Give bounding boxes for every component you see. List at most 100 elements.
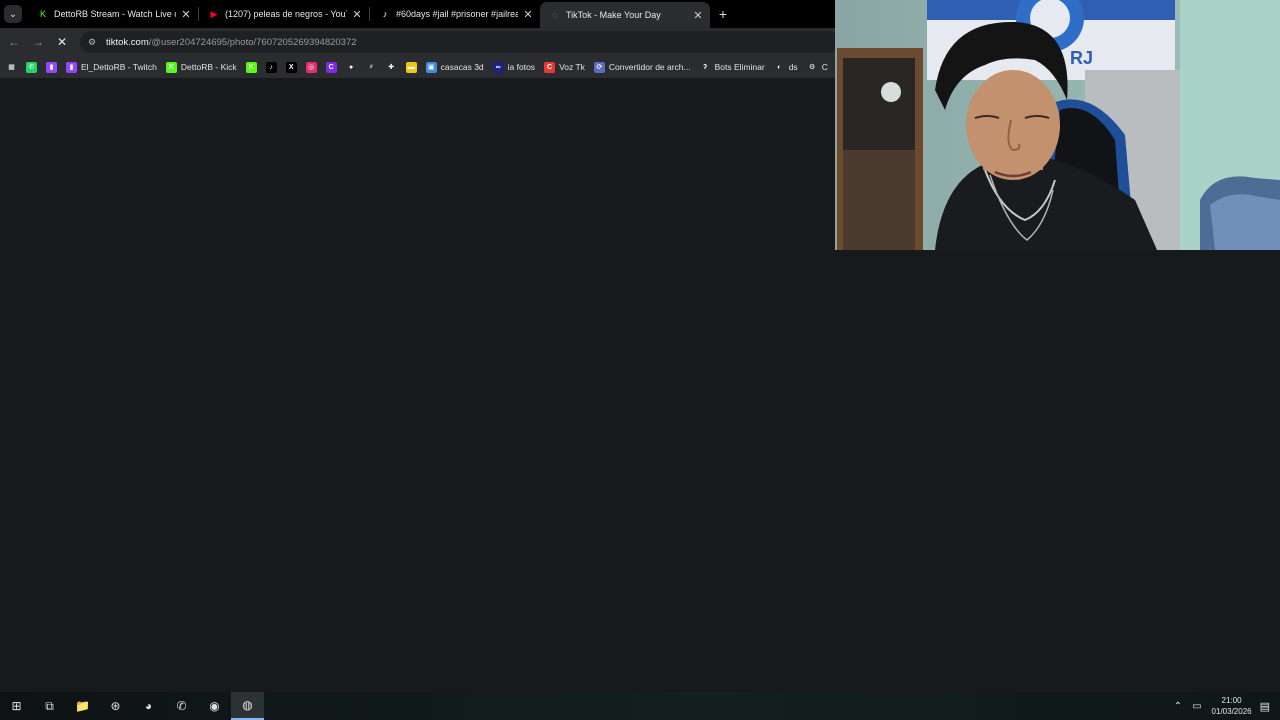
apps-grid-icon: ▦ (6, 61, 17, 73)
ai-icon: ∞ (492, 61, 504, 73)
tab-search-button[interactable]: ⌄ (4, 5, 22, 23)
kick-icon: K (39, 9, 46, 19)
bookmark-item[interactable]: C (325, 61, 337, 73)
image-icon: ▣ (425, 61, 437, 73)
kick-icon: K (165, 61, 177, 73)
whatsapp-icon[interactable]: ✆ (165, 692, 198, 720)
x-icon: X (285, 61, 297, 73)
bookmark-item[interactable]: ✆ (26, 61, 37, 73)
tab-1[interactable]: K DettoRB Stream - Watch Live o ✕ (28, 0, 198, 28)
bolt-icon: ⚡ (365, 61, 377, 73)
voice-icon: C (544, 61, 556, 73)
windows-start-icon[interactable]: ⊞ (0, 692, 33, 720)
bookmark-item[interactable]: ʔ Bots Eliminar (699, 61, 765, 73)
chevron-down-icon: ⌄ (8, 8, 18, 20)
bookmark-item[interactable]: ▣ casacas 3d (425, 61, 484, 73)
close-tab-icon[interactable]: ✕ (351, 8, 363, 21)
obs-icon[interactable]: ◉ (198, 692, 231, 720)
youtube-icon: ▶ (210, 8, 218, 19)
canva-icon: C (325, 61, 337, 73)
bookmark-item[interactable]: ▮ El_DettoRB - Twitch (66, 61, 157, 73)
loading-icon: ◌ (552, 10, 558, 20)
bookmark-item[interactable]: ⚙ C (806, 61, 828, 73)
bookmark-label: Convertidor de arch... (608, 62, 691, 72)
bookmark-item[interactable]: ∞ ia fotos (492, 61, 536, 73)
bookmark-item[interactable]: K (245, 61, 257, 73)
task-view-icon[interactable]: ⧉ (33, 692, 66, 720)
bookmark-item[interactable]: ◐ ds (773, 61, 798, 73)
ds-icon: ◐ (773, 61, 785, 73)
bookmark-label: ia fotos (507, 62, 536, 72)
bookmark-label: Voz Tk (559, 62, 585, 72)
bookmark-label: El_DettoRB - Twitch (81, 62, 157, 72)
webcam-feed-image: RJ (835, 0, 1280, 250)
tab-list: K DettoRB Stream - Watch Live o ✕ ▶ (1207) p… (28, 0, 710, 28)
show-hidden-icons-button[interactable]: ⌃ (1174, 701, 1182, 712)
taskbar-clock[interactable]: 21:00 01/03/2026 (1212, 695, 1252, 717)
close-tab-icon[interactable]: ✕ (522, 8, 534, 21)
settings-icon: ⚙ (806, 61, 818, 73)
kick-icon: K (245, 61, 257, 73)
taskbar-apps: ⊞ ⧉ 📁 ⊛ ◕ ✆ ◉ ◍ (0, 692, 264, 720)
windows-taskbar: ⊞ ⧉ 📁 ⊛ ◕ ✆ ◉ ◍ ⌃ ▭ 21:00 01/03/2026 ▤ (0, 692, 1280, 720)
bookmark-item[interactable]: ▮ (46, 61, 57, 73)
app-red-icon[interactable]: ⊛ (99, 692, 132, 720)
arrow-right-icon: → (32, 35, 44, 49)
bookmark-label: ds (788, 62, 798, 72)
tiktok-icon: ♪ (382, 9, 388, 19)
slack-icon: ✚ (385, 61, 397, 73)
bookmark-item[interactable]: ▦ (6, 61, 17, 73)
bookmark-item[interactable]: ⚡ (365, 61, 377, 73)
tiktok-icon: ♪ (265, 61, 277, 73)
clock-time: 21:00 (1221, 696, 1242, 705)
url-host: tiktok.com (106, 36, 149, 48)
system-tray: ⌃ ▭ 21:00 01/03/2026 ▤ (1174, 692, 1280, 720)
bookmark-item[interactable]: X (285, 61, 297, 73)
tab-title: DettoRB Stream - Watch Live o (54, 9, 176, 19)
forward-button[interactable]: → (26, 35, 50, 49)
bookmark-item[interactable]: ♪ (265, 61, 277, 73)
bookmark-item[interactable]: ◎ (305, 61, 317, 73)
close-tab-icon[interactable]: ✕ (180, 8, 192, 21)
whatsapp-icon: ✆ (26, 61, 37, 73)
tab-title: TikTok - Make Your Day (566, 10, 661, 20)
bookmark-label: C (821, 62, 828, 72)
twitch-icon: ▮ (66, 61, 77, 73)
twitch-icon: ▮ (46, 61, 57, 73)
tab-2[interactable]: ▶ (1207) peleas de negros - YouT ✕ (199, 0, 369, 28)
bookmark-item[interactable]: ✚ (385, 61, 397, 73)
converter-icon: ⟳ (593, 61, 605, 73)
new-tab-button[interactable]: + (712, 6, 734, 22)
bookmark-item[interactable]: ⟳ Convertidor de arch... (593, 61, 691, 73)
network-icon[interactable]: ▭ (1192, 701, 1201, 712)
back-button[interactable]: ← (2, 35, 26, 49)
chrome-icon[interactable]: ◍ (231, 692, 264, 720)
site-info-icon[interactable]: ⚙ (88, 37, 100, 48)
bookmark-item[interactable]: ● (345, 61, 357, 73)
tab-title: #60days #jail #prisoner #jailrea (396, 9, 518, 19)
bot-icon: ʔ (699, 61, 711, 73)
stop-loading-button[interactable]: ✕ (50, 35, 74, 49)
svg-text:RJ: RJ (1070, 48, 1093, 68)
tab-title: (1207) peleas de negros - YouT (225, 9, 347, 19)
tab-3[interactable]: ♪ #60days #jail #prisoner #jailrea ✕ (370, 0, 540, 28)
chat-icon: ▬ (405, 61, 417, 73)
notifications-icon[interactable]: ▤ (1260, 700, 1270, 713)
instagram-icon: ◎ (305, 61, 317, 73)
bookmark-label: casacas 3d (440, 62, 484, 72)
clock-date: 01/03/2026 (1211, 707, 1252, 716)
close-icon: ✕ (56, 35, 68, 49)
address-bar[interactable]: ⚙ tiktok.com/@user204724695/photo/760720… (80, 31, 840, 53)
url-path: /@user204724695/photo/760720526939482037… (148, 36, 357, 48)
file-explorer-icon[interactable]: 📁 (66, 692, 99, 720)
plus-icon: + (718, 6, 728, 22)
bookmark-item[interactable]: C Voz Tk (544, 61, 585, 73)
tab-4[interactable]: ◌ TikTok - Make Your Day ✕ (540, 2, 710, 28)
arrow-left-icon: ← (8, 35, 20, 49)
discord-icon[interactable]: ◕ (132, 692, 165, 720)
bookmark-label: Bots Eliminar (714, 62, 765, 72)
bookmark-item[interactable]: K DettoRB - Kick (165, 61, 237, 73)
close-tab-icon[interactable]: ✕ (692, 9, 704, 22)
bookmark-item[interactable]: ▬ (405, 61, 417, 73)
webcam-overlay: RJ (835, 0, 1280, 250)
